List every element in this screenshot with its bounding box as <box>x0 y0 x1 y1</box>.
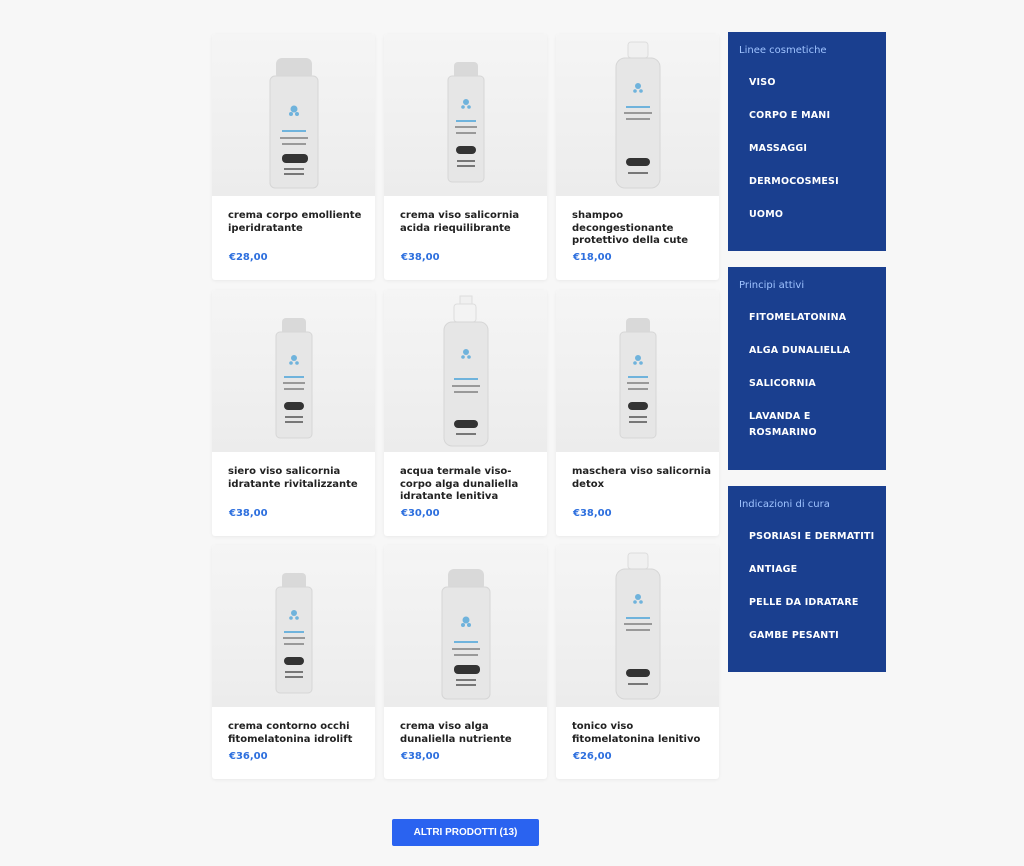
product-card[interactable]: crema viso salicornia acida riequilibran… <box>384 34 547 280</box>
product-card[interactable]: crema viso alga dunaliella nutriente €38,… <box>384 545 547 779</box>
product-price: €38,00 <box>229 508 268 519</box>
product-image[interactable] <box>556 545 719 707</box>
product-name[interactable]: acqua termale viso-corpo alga dunaliella… <box>400 466 540 504</box>
sidebar-section-title: Principi attivi <box>739 280 805 291</box>
product-price: €38,00 <box>401 751 440 762</box>
product-price: €18,00 <box>573 252 612 263</box>
product-card[interactable]: siero viso salicornia idratante rivitali… <box>212 290 375 536</box>
product-name[interactable]: crema corpo emolliente iperidratante <box>228 210 368 235</box>
sidebar-section-title: Linee cosmetiche <box>739 45 827 56</box>
product-name[interactable]: shampoo decongestionante protettivo dell… <box>572 210 712 248</box>
product-price: €36,00 <box>229 751 268 762</box>
sidebar-link[interactable]: DERMOCOSMESI <box>749 174 879 190</box>
product-name[interactable]: tonico viso fitomelatonina lenitivo <box>572 721 712 746</box>
sidebar-section: Principi attivi FITOMELATONINA ALGA DUNALI… <box>728 267 886 470</box>
sidebar-link[interactable]: ANTIAGE <box>749 562 879 578</box>
product-card[interactable]: maschera viso salicornia detox €38,00 <box>556 290 719 536</box>
sidebar-section: Linee cosmetiche VISO CORPO E MANI MASSAGGI… <box>728 32 886 251</box>
product-image[interactable] <box>384 545 547 707</box>
product-name[interactable]: maschera viso salicornia detox <box>572 466 712 491</box>
sidebar-link[interactable]: MASSAGGI <box>749 141 879 157</box>
sidebar-link[interactable]: FITOMELATONINA <box>749 310 879 326</box>
product-image[interactable] <box>384 34 547 196</box>
product-price: €38,00 <box>401 252 440 263</box>
sidebar-link[interactable]: PSORIASI E DERMATITI <box>749 529 879 545</box>
product-price: €28,00 <box>229 252 268 263</box>
sidebar-section-title: Indicazioni di cura <box>739 499 830 510</box>
product-image[interactable] <box>212 34 375 196</box>
product-name[interactable]: siero viso salicornia idratante rivitali… <box>228 466 368 491</box>
product-image[interactable] <box>556 34 719 196</box>
product-name[interactable]: crema viso salicornia acida riequilibran… <box>400 210 540 235</box>
sidebar-link[interactable]: LAVANDA E ROSMARINO <box>749 409 879 441</box>
product-image[interactable] <box>556 290 719 452</box>
product-grid: crema corpo emolliente iperidratante €28,… <box>212 34 720 779</box>
more-products-button[interactable]: ALTRI PRODOTTI (13) <box>392 819 539 846</box>
product-price: €38,00 <box>573 508 612 519</box>
product-card[interactable]: tonico viso fitomelatonina lenitivo €26,0… <box>556 545 719 779</box>
sidebar-link[interactable]: CORPO E MANI <box>749 108 879 124</box>
sidebar-link[interactable]: UOMO <box>749 207 879 223</box>
sidebar-link[interactable]: SALICORNIA <box>749 376 879 392</box>
product-card[interactable]: crema corpo emolliente iperidratante €28,… <box>212 34 375 280</box>
sidebar-link[interactable]: ALGA DUNALIELLA <box>749 343 879 359</box>
sidebar-section: Indicazioni di cura PSORIASI E DERMATITI A… <box>728 486 886 672</box>
product-image[interactable] <box>212 545 375 707</box>
product-image[interactable] <box>384 290 547 452</box>
sidebar-link[interactable]: GAMBE PESANTI <box>749 628 879 644</box>
product-image[interactable] <box>212 290 375 452</box>
product-card[interactable]: shampoo decongestionante protettivo dell… <box>556 34 719 280</box>
product-name[interactable]: crema viso alga dunaliella nutriente <box>400 721 540 746</box>
sidebar-link[interactable]: PELLE DA IDRATARE <box>749 595 879 611</box>
product-card[interactable]: crema contorno occhi fitomelatonina idro… <box>212 545 375 779</box>
product-name[interactable]: crema contorno occhi fitomelatonina idro… <box>228 721 368 746</box>
product-price: €30,00 <box>401 508 440 519</box>
product-price: €26,00 <box>573 751 612 762</box>
sidebar-link[interactable]: VISO <box>749 75 879 91</box>
product-card[interactable]: acqua termale viso-corpo alga dunaliella… <box>384 290 547 536</box>
